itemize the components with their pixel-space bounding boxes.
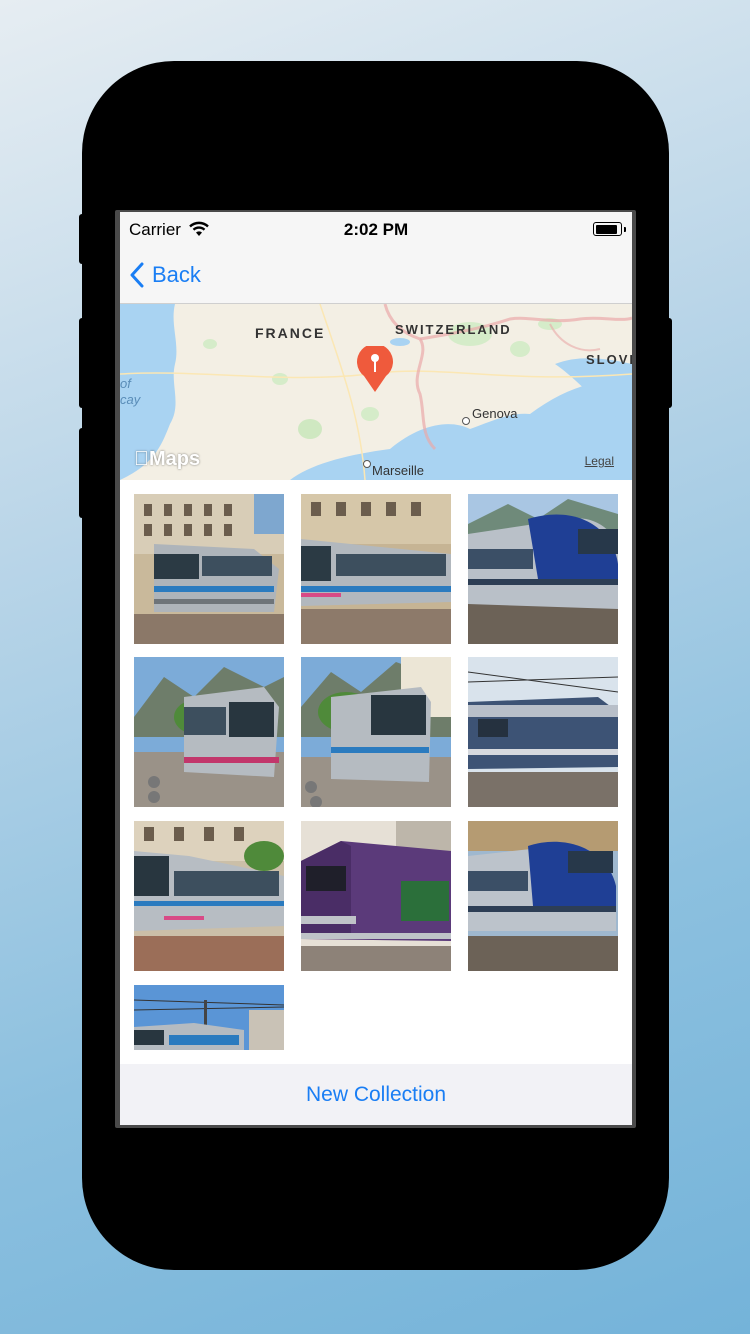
photo-thumbnail[interactable] <box>468 821 618 971</box>
back-label: Back <box>152 262 201 287</box>
app-screen: Carrier 2:02 PM Back FRANCE SWITZERLAND … <box>120 212 632 1125</box>
apple-logo-icon:  <box>134 448 149 470</box>
maps-logo-text: Maps <box>134 448 200 470</box>
chevron-left-icon <box>130 262 144 288</box>
mute-switch <box>79 214 85 264</box>
photo-thumbnail[interactable] <box>468 657 618 807</box>
volume-up-button <box>79 318 85 408</box>
map-label-biscay: of cay <box>120 376 141 407</box>
photo-thumbnail[interactable] <box>134 657 284 807</box>
map-label-switzerland: SWITZERLAND <box>395 322 512 337</box>
location-pin-icon <box>357 343 393 392</box>
photo-thumbnail[interactable] <box>301 494 451 644</box>
map-label-slove: SLOVE <box>586 352 632 367</box>
status-bar: Carrier 2:02 PM <box>120 212 632 252</box>
back-button[interactable]: Back <box>130 258 201 292</box>
map-label-france: FRANCE <box>255 325 326 341</box>
battery-tip <box>624 227 626 232</box>
photo-thumbnail[interactable] <box>301 821 451 971</box>
map-label-marseille: Marseille <box>372 463 425 478</box>
volume-down-button <box>79 428 85 518</box>
battery-icon <box>593 222 626 236</box>
clock: 2:02 PM <box>343 220 409 239</box>
photo-thumbnail[interactable] <box>134 494 284 644</box>
maps-logo: Maps <box>134 448 200 471</box>
map-view[interactable]: FRANCE SWITZERLAND SLOVE Genova Marseill… <box>120 304 632 480</box>
power-button <box>666 318 672 408</box>
map-label-genova: Genova <box>472 406 518 421</box>
map-pin[interactable] <box>356 343 394 394</box>
navigation-bar: Back <box>120 252 632 304</box>
photo-thumbnail[interactable] <box>134 985 284 1050</box>
legal-link[interactable]: Legal <box>585 454 614 468</box>
photo-thumbnail[interactable] <box>134 821 284 971</box>
photo-thumbnail[interactable] <box>468 494 618 644</box>
new-collection-button[interactable]: New Collection <box>120 1064 632 1125</box>
photo-thumbnail[interactable] <box>301 657 451 807</box>
battery-fill <box>595 224 618 234</box>
